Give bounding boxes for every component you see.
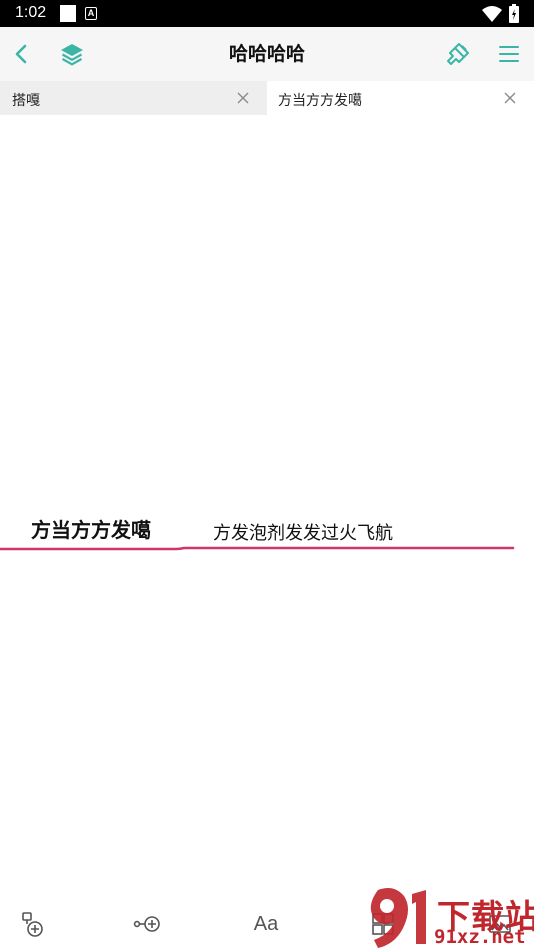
layers-icon	[61, 44, 83, 66]
tab-label: 方当方方发噶	[278, 93, 362, 109]
close-tab-button[interactable]	[234, 89, 252, 107]
menu-button[interactable]	[487, 27, 531, 81]
status-bar: 1:02 A	[0, 0, 534, 27]
notification-square-icon	[60, 5, 76, 22]
paint-brush-icon	[447, 43, 469, 65]
close-tab-button[interactable]	[501, 89, 519, 107]
topic-connector-line	[0, 546, 515, 551]
close-icon	[504, 92, 516, 104]
add-topic-icon	[22, 912, 43, 937]
text-format-icon: Aa	[253, 912, 279, 935]
mindmap-canvas[interactable]: 方当方方发噶 方发泡剂发发过火飞航	[0, 115, 534, 890]
watermark-logo: 下载站 91xz.net	[364, 886, 534, 950]
top-toolbar: 哈哈哈哈	[0, 27, 534, 81]
child-topic-node[interactable]: 方发泡剂发发过火飞航	[213, 519, 393, 545]
back-button[interactable]	[0, 27, 44, 81]
root-topic-node[interactable]: 方当方方发噶	[31, 514, 151, 543]
battery-icon	[509, 4, 519, 23]
add-node-icon	[133, 916, 160, 932]
close-icon	[237, 92, 249, 104]
layers-button[interactable]	[50, 27, 94, 81]
chevron-left-icon	[15, 44, 27, 64]
wifi-icon	[482, 6, 502, 22]
hamburger-menu-icon	[499, 46, 519, 62]
text-format-button[interactable]: Aa	[248, 908, 284, 940]
tab-label: 搭嘎	[12, 93, 40, 109]
a-letter-icon: A	[85, 7, 97, 20]
tab-sheet-2[interactable]: 方当方方发噶	[267, 81, 534, 115]
add-topic-button[interactable]	[14, 908, 50, 940]
style-button[interactable]	[436, 27, 480, 81]
status-time: 1:02	[15, 4, 47, 21]
add-node-button[interactable]	[131, 908, 167, 940]
watermark-url-text: 91xz.net	[434, 926, 526, 948]
nine-one-logo-icon	[370, 888, 426, 948]
sheet-tabs: 搭嘎 方当方方发噶	[0, 81, 534, 115]
tab-sheet-1[interactable]: 搭嘎	[0, 81, 267, 115]
